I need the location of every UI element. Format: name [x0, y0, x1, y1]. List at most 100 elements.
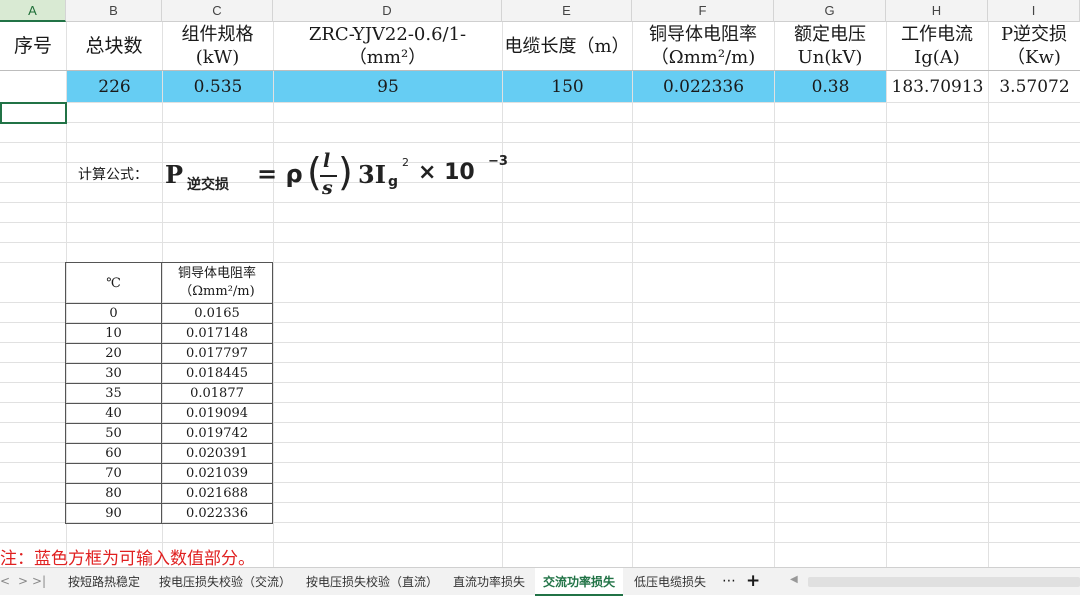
column-header-A[interactable]: A: [0, 0, 66, 22]
table-cell-temp[interactable]: 0: [65, 303, 162, 324]
hscroll-left-icon[interactable]: ◀: [790, 574, 798, 585]
table-cell-resist[interactable]: 0.017797: [161, 343, 273, 364]
column-header-E[interactable]: E: [502, 0, 632, 22]
header-resist[interactable]: 铜导体电阻率 （Ωmm²/m): [632, 22, 774, 70]
table-row: 35 0.01877: [65, 383, 273, 404]
table-cell-temp[interactable]: 50: [65, 423, 162, 444]
table-cell-temp[interactable]: 20: [65, 343, 162, 364]
header-voltage-line1: 额定电压: [794, 24, 866, 45]
table-cell-resist[interactable]: 0.018445: [161, 363, 273, 384]
formula-image: P 逆交损 = ρ ( l s ) 3I g 2 × 10 −3: [165, 150, 515, 200]
table-header-resist[interactable]: 铜导体电阻率 （Ωmm²/m): [161, 262, 273, 304]
table-row: 10 0.017148: [65, 323, 273, 344]
formula-eq: = ρ: [257, 160, 303, 188]
table-row: 50 0.019742: [65, 423, 273, 444]
grid-line: [273, 22, 274, 567]
table-cell-temp[interactable]: 40: [65, 403, 162, 424]
column-header-C[interactable]: C: [162, 0, 273, 22]
column-header-D[interactable]: D: [273, 0, 502, 22]
cell-ploss[interactable]: 3.57072: [989, 71, 1080, 102]
cell-length[interactable]: 150: [503, 71, 632, 102]
cell-spec[interactable]: 0.535: [163, 71, 273, 102]
table-row: 40 0.019094: [65, 403, 273, 424]
grid-line: [886, 22, 887, 567]
table-cell-resist[interactable]: 0.017148: [161, 323, 273, 344]
table-cell-resist[interactable]: 0.022336: [161, 503, 273, 524]
table-header-temp[interactable]: ℃: [65, 262, 162, 304]
tab-short-circuit[interactable]: 按短路热稳定: [60, 568, 148, 596]
table-cell-temp[interactable]: 35: [65, 383, 162, 404]
cell-cable[interactable]: 95: [274, 71, 502, 102]
table-cell-resist[interactable]: 0.019742: [161, 423, 273, 444]
formula-l: l: [323, 150, 331, 172]
table-cell-resist[interactable]: 0.020391: [161, 443, 273, 464]
header-ploss[interactable]: P逆交损 （Kw): [988, 22, 1080, 70]
formula-s: s: [322, 177, 333, 199]
header-seq[interactable]: 序号: [0, 22, 66, 70]
formula-p-sub: 逆交损: [187, 177, 229, 193]
grid-line: [502, 22, 503, 567]
horizontal-scrollbar[interactable]: [808, 577, 1080, 587]
header-resist-line1: 铜导体电阻率: [649, 24, 757, 45]
column-header-F[interactable]: F: [632, 0, 774, 22]
nav-last-icon[interactable]: >|: [32, 574, 46, 588]
table-cell-temp[interactable]: 70: [65, 463, 162, 484]
table-cell-resist[interactable]: 0.01877: [161, 383, 273, 404]
table-cell-resist[interactable]: 0.021688: [161, 483, 273, 504]
add-sheet-button[interactable]: +: [746, 571, 760, 591]
table-row: 20 0.017797: [65, 343, 273, 364]
grid-line: [0, 242, 1080, 243]
grid-line: [632, 22, 633, 567]
header-ploss-line2: （Kw): [1007, 47, 1061, 68]
cell-seq[interactable]: [0, 71, 66, 102]
column-header-B[interactable]: B: [66, 0, 162, 22]
header-count[interactable]: 总块数: [66, 22, 162, 70]
table-cell-temp[interactable]: 90: [65, 503, 162, 524]
header-length[interactable]: 电缆长度（m）: [502, 22, 632, 70]
table-cell-resist[interactable]: 0.0165: [161, 303, 273, 324]
column-header-H[interactable]: H: [886, 0, 988, 22]
table-row: 70 0.021039: [65, 463, 273, 484]
formula-exp: −3: [488, 154, 508, 169]
table-cell-resist[interactable]: 0.021039: [161, 463, 273, 484]
tab-dc-power-loss[interactable]: 直流功率损失: [445, 568, 533, 596]
table-cell-temp[interactable]: 80: [65, 483, 162, 504]
nav-prev-icon[interactable]: <: [0, 574, 10, 588]
header-count-text: 总块数: [85, 34, 143, 57]
table-cell-temp[interactable]: 10: [65, 323, 162, 344]
cell-current[interactable]: 183.70913: [887, 71, 988, 102]
tab-ac-power-loss[interactable]: 交流功率损失: [535, 568, 624, 596]
table-cell-temp[interactable]: 30: [65, 363, 162, 384]
cell-count[interactable]: 226: [67, 71, 162, 102]
formula-g: g: [388, 174, 399, 190]
tab-voltage-loss-ac[interactable]: 按电压损失校验（交流）: [151, 568, 299, 596]
more-tabs-icon[interactable]: ⋯: [722, 573, 736, 589]
tab-lv-cable-loss[interactable]: 低压电缆损失: [626, 568, 714, 596]
header-spec[interactable]: 组件规格 (kW): [162, 22, 273, 70]
grid-line: [988, 22, 989, 567]
nav-next-icon[interactable]: >: [18, 574, 28, 588]
grid-line: [0, 542, 1080, 543]
header-current[interactable]: 工作电流 Ig(A): [886, 22, 988, 70]
header-cable[interactable]: ZRC-YJV22-0.6/1- （mm²）: [273, 22, 502, 70]
column-header-I[interactable]: I: [988, 0, 1080, 22]
table-row: 60 0.020391: [65, 443, 273, 464]
sheet-tab-bar: < > >| 按短路热稳定 按电压损失校验（交流） 按电压损失校验（直流） 直流…: [0, 567, 1080, 596]
table-cell-resist[interactable]: 0.019094: [161, 403, 273, 424]
table-row: 0 0.0165: [65, 303, 273, 324]
grid-line: [0, 122, 1080, 123]
cell-resist[interactable]: 0.022336: [633, 71, 774, 102]
tab-voltage-loss-dc[interactable]: 按电压损失校验（直流）: [298, 568, 446, 596]
selected-cell[interactable]: [0, 102, 67, 124]
grid-line: [0, 102, 1080, 103]
cell-voltage[interactable]: 0.38: [775, 71, 886, 102]
grid-line: [0, 182, 1080, 183]
resistivity-table-wrap: ℃ 铜导体电阻率 （Ωmm²/m) 0 0.0165 10 0.017148 20 0…: [65, 262, 273, 524]
grid-line: [0, 162, 1080, 163]
header-seq-text: 序号: [13, 34, 52, 57]
header-voltage[interactable]: 额定电压 Un(kV): [774, 22, 886, 70]
header-resist-line2: （Ωmm²/m): [650, 47, 756, 68]
table-cell-temp[interactable]: 60: [65, 443, 162, 464]
note-text: 注：蓝色方框为可输入数值部分。: [0, 549, 255, 569]
column-header-G[interactable]: G: [774, 0, 886, 22]
